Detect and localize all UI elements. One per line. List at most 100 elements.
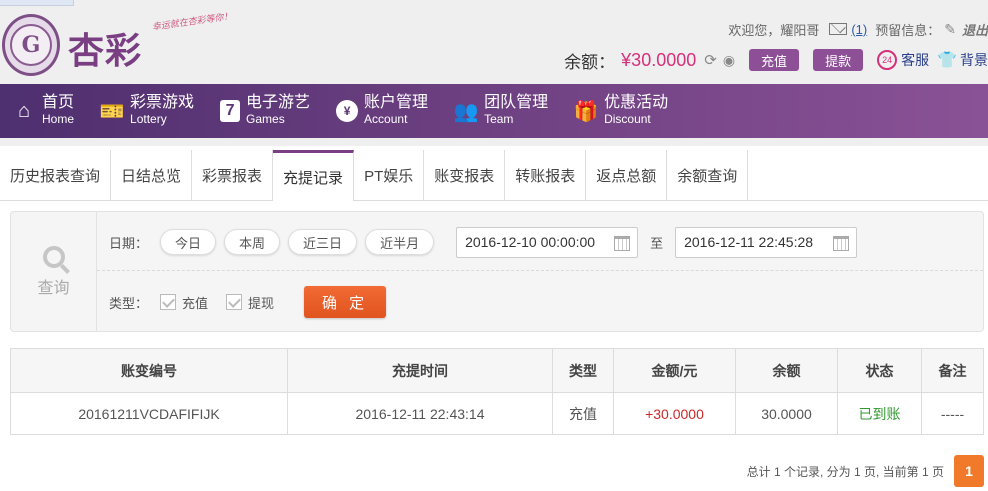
skin-label: 背景 [960, 52, 988, 68]
nav-item-games[interactable]: 7 电子游艺 Games [208, 84, 324, 138]
mail-icon[interactable] [829, 23, 848, 35]
table-row: 20161211VCDAFIFIJK 2016-12-11 22:43:14 充… [10, 392, 984, 435]
nav-label-cn: 电子游艺 [246, 94, 311, 111]
customer-service-label: 客服 [901, 52, 930, 68]
team-icon: 👥 [453, 100, 479, 123]
nav-label-cn: 首页 [42, 94, 75, 111]
pagination: 总计 1 个记录, 分为 1 页, 当前第 1 页 1 [747, 455, 984, 487]
yen-coin-icon: ¥ [336, 100, 359, 122]
search-icon [42, 245, 65, 268]
filter-panel: 查询 日期： 今日 本周 近三日 近半月 2016-12-10 00:00:00… [10, 211, 984, 332]
tab-balance-query[interactable]: 余额查询 [667, 150, 749, 200]
pagination-summary: 总计 1 个记录, 分为 1 页, 当前第 1 页 [746, 464, 944, 479]
home-icon: ⌂ [17, 99, 31, 122]
query-label: 查询 [37, 279, 70, 297]
type-withdraw-checkbox[interactable]: 提现 [226, 293, 274, 312]
page-button-current[interactable]: 1 [954, 455, 984, 487]
table-header-row: 账变编号 充提时间 类型 金额/元 余额 状态 备注 [10, 348, 984, 393]
cell-balance: 30.0000 [735, 392, 838, 435]
range-half-month-button[interactable]: 近半月 [365, 229, 435, 255]
range-today-button[interactable]: 今日 [160, 229, 217, 255]
col-time: 充提时间 [287, 348, 553, 393]
withdraw-button[interactable]: 提款 [813, 49, 864, 71]
date-from-input[interactable]: 2016-12-10 00:00:00 [456, 226, 639, 258]
type-label: 类型： [109, 295, 149, 311]
confirm-button[interactable]: 确 定 [304, 286, 387, 318]
browser-tab-stub [0, 0, 74, 6]
nav-label-en: Team [484, 112, 514, 126]
brand-emblem-letter: G [10, 24, 52, 66]
nav-item-account[interactable]: ¥ 账户管理 Account [324, 84, 442, 138]
cell-transaction-id: 20161211VCDAFIFIJK [10, 392, 288, 435]
balance-bar: 余额： ¥30.0000 ⟳ ◉ 充值 提款 24 客服 👕 背景 [564, 47, 988, 73]
tab-rebate-total[interactable]: 返点总额 [586, 150, 668, 200]
brand-slogan: 幸运就在杏彩等你！ [151, 11, 234, 33]
date-to-input[interactable]: 2016-12-11 22:45:28 [675, 226, 858, 258]
lottery-ticket-icon: 🎫 [99, 100, 125, 123]
nav-item-discount[interactable]: 🎁 优惠活动 Discount [562, 84, 682, 138]
nav-label-cn: 彩票游戏 [130, 94, 195, 111]
tab-history-report[interactable]: 历史报表查询 [0, 150, 112, 200]
type-filter-row: 类型： 充值 提现 确 定 [109, 286, 387, 318]
checkbox-icon [226, 294, 243, 310]
welcome-text: 欢迎您， [728, 22, 781, 38]
col-remark: 备注 [921, 348, 984, 393]
nav-label-en: Account [364, 112, 408, 126]
message-count-link[interactable]: (1) [851, 22, 867, 37]
shirt-icon: 👕 [937, 52, 957, 69]
top-header: G 杏彩 幸运就在杏彩等你！ 欢迎您， 耀阳哥 (1) 预留信息： ✎ 退出 余… [0, 0, 988, 84]
type-deposit-checkbox[interactable]: 充值 [160, 293, 208, 312]
records-table: 账变编号 充提时间 类型 金额/元 余额 状态 备注 20161211VCDAF… [10, 348, 984, 435]
tab-lottery-report[interactable]: 彩票报表 [192, 150, 274, 200]
col-status: 状态 [837, 348, 922, 393]
brand-logo-icon: G [2, 14, 60, 76]
range-three-days-button[interactable]: 近三日 [288, 229, 358, 255]
nav-label-cn: 优惠活动 [604, 94, 669, 111]
nav-item-home[interactable]: ⌂ 首页 Home [0, 84, 88, 138]
customer-service-link[interactable]: 24 客服 [877, 50, 929, 70]
tab-daily-summary[interactable]: 日结总览 [111, 150, 193, 200]
refresh-icon[interactable]: ⟳ [704, 51, 717, 69]
cell-amount: +30.0000 [613, 392, 736, 435]
filter-divider [97, 270, 983, 271]
brand-name: 杏彩 [68, 30, 143, 72]
hide-balance-icon[interactable]: ◉ [723, 52, 735, 69]
nav-label-cn: 账户管理 [364, 94, 429, 111]
range-this-week-button[interactable]: 本周 [224, 229, 281, 255]
status-badge: 已到账 [837, 392, 922, 435]
main-nav: ⌂ 首页 Home 🎫 彩票游戏 Lottery 7 电子游艺 Games ¥ 账户管… [0, 84, 988, 138]
balance-value: ¥30.0000 [621, 49, 697, 70]
tab-account-change-report[interactable]: 账变报表 [424, 150, 506, 200]
query-button[interactable]: 查询 [11, 212, 97, 331]
nav-label-en: Games [246, 112, 285, 126]
date-filter-row: 日期： 今日 本周 近三日 近半月 2016-12-10 00:00:00 至 … [109, 226, 858, 258]
cell-time: 2016-12-11 22:43:14 [287, 392, 553, 435]
calendar-icon[interactable] [614, 235, 631, 251]
date-to-separator: 至 [650, 235, 664, 251]
calendar-icon[interactable] [833, 235, 850, 251]
checkbox-icon [160, 294, 177, 310]
deposit-button[interactable]: 充值 [749, 49, 800, 71]
col-amount: 金额/元 [613, 348, 736, 393]
nav-item-team[interactable]: 👥 团队管理 Team [442, 84, 562, 138]
type-deposit-label: 充值 [182, 295, 209, 311]
tab-pt-entertainment[interactable]: PT娱乐 [354, 150, 425, 200]
nav-label-cn: 团队管理 [484, 94, 549, 111]
col-balance: 余额 [735, 348, 838, 393]
cell-remark: ----- [921, 392, 984, 435]
slot-seven-icon: 7 [220, 100, 241, 122]
nav-item-lottery[interactable]: 🎫 彩票游戏 Lottery [88, 84, 208, 138]
edit-icon[interactable]: ✎ [944, 21, 956, 38]
nav-label-en: Home [42, 112, 75, 126]
tab-deposit-withdraw-records[interactable]: 充提记录 [273, 150, 355, 201]
gift-icon: 🎁 [573, 100, 599, 123]
type-withdraw-label: 提现 [248, 295, 275, 311]
tab-transfer-report[interactable]: 转账报表 [505, 150, 587, 200]
skin-link[interactable]: 👕 背景 [937, 50, 988, 70]
username: 耀阳哥 [780, 22, 820, 38]
date-from-value: 2016-12-10 00:00:00 [465, 234, 596, 250]
user-welcome-bar: 欢迎您， 耀阳哥 (1) 预留信息： ✎ 退出 [728, 20, 988, 38]
logout-link[interactable]: 退出 [962, 20, 988, 39]
reserved-info-label: 预留信息： [875, 22, 941, 38]
date-to-value: 2016-12-11 22:45:28 [684, 234, 814, 250]
